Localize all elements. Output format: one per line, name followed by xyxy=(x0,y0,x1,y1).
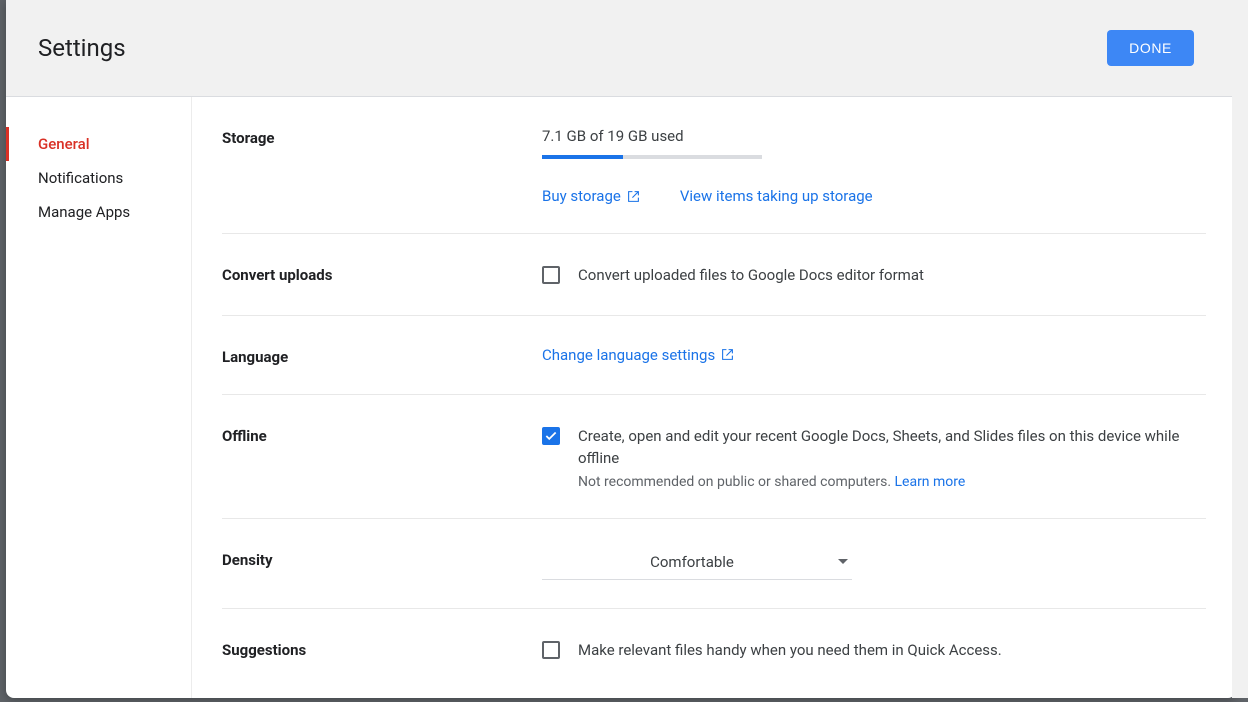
density-label: Density xyxy=(222,549,542,580)
view-items-label: View items taking up storage xyxy=(680,187,873,205)
check-icon xyxy=(544,429,558,443)
scrollbar[interactable] xyxy=(1232,0,1248,698)
convert-label: Convert uploads xyxy=(222,264,542,287)
storage-label: Storage xyxy=(222,127,542,205)
change-language-label: Change language settings xyxy=(542,346,715,364)
external-link-icon xyxy=(721,348,734,361)
offline-label: Offline xyxy=(222,425,542,490)
offline-learn-more-link[interactable]: Learn more xyxy=(894,474,965,490)
change-language-link[interactable]: Change language settings xyxy=(542,346,734,364)
section-suggestions: Suggestions Make relevant files handy wh… xyxy=(222,609,1206,672)
suggestions-text: Make relevant files handy when you need … xyxy=(578,639,1002,662)
buy-storage-link[interactable]: Buy storage xyxy=(542,187,640,205)
done-button[interactable]: DONE xyxy=(1107,30,1194,66)
sidebar-item-notifications[interactable]: Notifications xyxy=(6,161,191,195)
chevron-down-icon xyxy=(838,559,848,564)
section-convert-uploads: Convert uploads Convert uploaded files t… xyxy=(222,234,1206,316)
offline-checkbox[interactable] xyxy=(542,427,560,445)
language-label: Language xyxy=(222,346,542,366)
dialog-content: General Notifications Manage Apps Storag… xyxy=(6,97,1236,698)
convert-uploads-checkbox[interactable] xyxy=(542,266,560,284)
storage-usage-text: 7.1 GB of 19 GB used xyxy=(542,127,1206,145)
external-link-icon xyxy=(627,190,640,203)
settings-dialog: Settings DONE General Notifications Mana… xyxy=(6,0,1236,698)
section-offline: Offline Create, open and edit your recen… xyxy=(222,395,1206,519)
sidebar: General Notifications Manage Apps xyxy=(6,97,192,698)
dialog-header: Settings DONE xyxy=(6,0,1236,97)
sidebar-item-manage-apps[interactable]: Manage Apps xyxy=(6,195,191,229)
page-title: Settings xyxy=(38,34,126,62)
suggestions-checkbox[interactable] xyxy=(542,641,560,659)
section-storage: Storage 7.1 GB of 19 GB used Buy storage… xyxy=(222,97,1206,234)
suggestions-label: Suggestions xyxy=(222,639,542,662)
convert-uploads-text: Convert uploaded files to Google Docs ed… xyxy=(578,264,924,287)
settings-main: Storage 7.1 GB of 19 GB used Buy storage… xyxy=(192,97,1236,698)
offline-text: Create, open and edit your recent Google… xyxy=(578,425,1206,470)
buy-storage-label: Buy storage xyxy=(542,187,621,205)
offline-note: Not recommended on public or shared comp… xyxy=(578,474,1206,490)
section-density: Density Comfortable xyxy=(222,519,1206,609)
storage-bar-fill xyxy=(542,155,623,159)
density-value: Comfortable xyxy=(546,553,838,571)
view-items-link[interactable]: View items taking up storage xyxy=(680,187,873,205)
section-language: Language Change language settings xyxy=(222,316,1206,395)
density-select[interactable]: Comfortable xyxy=(542,549,852,580)
sidebar-item-general[interactable]: General xyxy=(6,127,191,161)
storage-bar xyxy=(542,155,762,159)
